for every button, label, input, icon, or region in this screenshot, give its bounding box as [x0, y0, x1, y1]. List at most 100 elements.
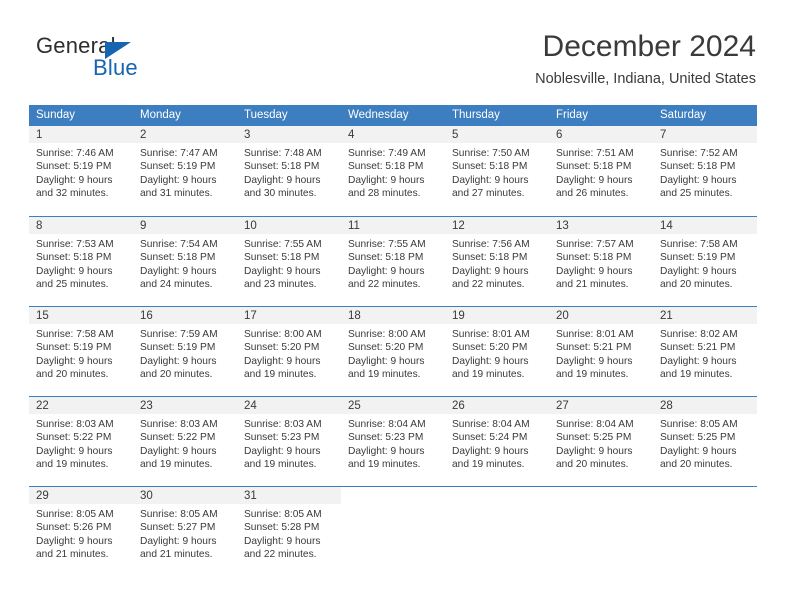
calendar-day-cell[interactable]: 7 Sunrise: 7:52 AM Sunset: 5:18 PM Daylight… [653, 126, 757, 216]
day-sun-details: Sunrise: 8:01 AM Sunset: 5:21 PM Daylight:… [549, 324, 653, 382]
day-number: 16 [133, 307, 237, 324]
calendar-week-row: 8 Sunrise: 7:53 AM Sunset: 5:18 PM Daylight… [29, 216, 757, 306]
sunset-text: Sunset: 5:18 PM [36, 252, 112, 264]
sunrise-text: Sunrise: 8:05 AM [660, 419, 738, 430]
calendar-day-cell[interactable]: 21 Sunrise: 8:02 AM Sunset: 5:21 PM Dayligh… [653, 306, 757, 396]
daylight-text-line1: Daylight: 9 hours [348, 445, 425, 457]
daylight-text-line2: and 19 minutes. [140, 459, 213, 471]
sunrise-text: Sunrise: 7:53 AM [36, 239, 114, 250]
day-number: 15 [29, 307, 133, 324]
calendar-day-cell[interactable]: 25 Sunrise: 8:04 AM Sunset: 5:23 PM Dayligh… [341, 396, 445, 486]
calendar-day-cell[interactable]: 8 Sunrise: 7:53 AM Sunset: 5:18 PM Daylight… [29, 216, 133, 306]
calendar-day-cell[interactable]: 14 Sunrise: 7:58 AM Sunset: 5:19 PM Dayligh… [653, 216, 757, 306]
day-sun-details: Sunrise: 7:57 AM Sunset: 5:18 PM Daylight:… [549, 234, 653, 292]
day-sun-details: Sunrise: 7:46 AM Sunset: 5:19 PM Daylight:… [29, 143, 133, 201]
daylight-text-line2: and 26 minutes. [556, 188, 629, 200]
day-sun-details: Sunrise: 7:49 AM Sunset: 5:18 PM Daylight:… [341, 143, 445, 201]
calendar-day-cell[interactable]: 26 Sunrise: 8:04 AM Sunset: 5:24 PM Dayligh… [445, 396, 549, 486]
daylight-text-line2: and 21 minutes. [556, 279, 629, 291]
daylight-text-line2: and 19 minutes. [452, 369, 525, 381]
day-sun-details: Sunrise: 8:04 AM Sunset: 5:23 PM Daylight:… [341, 414, 445, 472]
day-number: 28 [653, 397, 757, 414]
calendar-day-cell[interactable]: 13 Sunrise: 7:57 AM Sunset: 5:18 PM Dayligh… [549, 216, 653, 306]
calendar-day-cell[interactable]: 20 Sunrise: 8:01 AM Sunset: 5:21 PM Dayligh… [549, 306, 653, 396]
sunrise-text: Sunrise: 7:54 AM [140, 239, 218, 250]
daylight-text-line2: and 19 minutes. [244, 369, 317, 381]
sunset-text: Sunset: 5:19 PM [140, 161, 216, 173]
day-number: 7 [653, 126, 757, 143]
day-sun-details [549, 504, 653, 508]
page-header: General Blue December 2024 Noblesville, … [0, 0, 792, 100]
daylight-text-line1: Daylight: 9 hours [556, 174, 633, 186]
daylight-text-line2: and 20 minutes. [660, 279, 733, 291]
calendar-day-cell[interactable]: 11 Sunrise: 7:55 AM Sunset: 5:18 PM Dayligh… [341, 216, 445, 306]
day-number: 1 [29, 126, 133, 143]
sunset-text: Sunset: 5:19 PM [36, 342, 112, 354]
day-number: 13 [549, 217, 653, 234]
calendar-day-cell[interactable]: 28 Sunrise: 8:05 AM Sunset: 5:25 PM Dayligh… [653, 396, 757, 486]
calendar-day-cell[interactable]: 22 Sunrise: 8:03 AM Sunset: 5:22 PM Dayligh… [29, 396, 133, 486]
calendar-day-cell[interactable]: 16 Sunrise: 7:59 AM Sunset: 5:19 PM Dayligh… [133, 306, 237, 396]
day-number [653, 487, 757, 504]
calendar-day-cell[interactable]: 6 Sunrise: 7:51 AM Sunset: 5:18 PM Daylight… [549, 126, 653, 216]
calendar-day-cell[interactable]: 10 Sunrise: 7:55 AM Sunset: 5:18 PM Dayligh… [237, 216, 341, 306]
daylight-text-line1: Daylight: 9 hours [348, 355, 425, 367]
daylight-text-line1: Daylight: 9 hours [452, 445, 529, 457]
calendar-day-cell[interactable]: 9 Sunrise: 7:54 AM Sunset: 5:18 PM Daylight… [133, 216, 237, 306]
calendar-page: General Blue December 2024 Noblesville, … [0, 0, 792, 612]
calendar-day-cell[interactable]: 18 Sunrise: 8:00 AM Sunset: 5:20 PM Dayligh… [341, 306, 445, 396]
daylight-text-line2: and 25 minutes. [36, 279, 109, 291]
calendar-day-cell[interactable]: 19 Sunrise: 8:01 AM Sunset: 5:20 PM Dayligh… [445, 306, 549, 396]
day-sun-details [653, 504, 757, 508]
sunset-text: Sunset: 5:18 PM [244, 161, 320, 173]
calendar-day-cell-empty [341, 486, 445, 576]
daylight-text-line2: and 21 minutes. [140, 549, 213, 561]
calendar-day-cell[interactable]: 29 Sunrise: 8:05 AM Sunset: 5:26 PM Dayligh… [29, 486, 133, 576]
daylight-text-line1: Daylight: 9 hours [244, 445, 321, 457]
calendar-day-cell[interactable]: 24 Sunrise: 8:03 AM Sunset: 5:23 PM Dayligh… [237, 396, 341, 486]
calendar-day-cell[interactable]: 15 Sunrise: 7:58 AM Sunset: 5:19 PM Dayligh… [29, 306, 133, 396]
title-block: December 2024 Noblesville, Indiana, Unit… [236, 28, 756, 89]
day-sun-details: Sunrise: 7:59 AM Sunset: 5:19 PM Daylight:… [133, 324, 237, 382]
daylight-text-line2: and 30 minutes. [244, 188, 317, 200]
calendar-day-cell[interactable]: 1 Sunrise: 7:46 AM Sunset: 5:19 PM Daylight… [29, 126, 133, 216]
sunrise-text: Sunrise: 7:51 AM [556, 148, 634, 159]
sunrise-text: Sunrise: 8:00 AM [348, 329, 426, 340]
daylight-text-line1: Daylight: 9 hours [452, 174, 529, 186]
calendar-day-cell[interactable]: 3 Sunrise: 7:48 AM Sunset: 5:18 PM Daylight… [237, 126, 341, 216]
daylight-text-line2: and 22 minutes. [244, 549, 317, 561]
calendar-day-cell[interactable]: 4 Sunrise: 7:49 AM Sunset: 5:18 PM Daylight… [341, 126, 445, 216]
calendar-day-cell[interactable]: 27 Sunrise: 8:04 AM Sunset: 5:25 PM Dayligh… [549, 396, 653, 486]
calendar-week-row: 1 Sunrise: 7:46 AM Sunset: 5:19 PM Daylight… [29, 126, 757, 216]
daylight-text-line1: Daylight: 9 hours [36, 174, 113, 186]
daylight-text-line1: Daylight: 9 hours [660, 445, 737, 457]
calendar-day-cell[interactable]: 2 Sunrise: 7:47 AM Sunset: 5:19 PM Daylight… [133, 126, 237, 216]
daylight-text-line1: Daylight: 9 hours [36, 265, 113, 277]
daylight-text-line2: and 20 minutes. [660, 459, 733, 471]
calendar-day-cell[interactable]: 23 Sunrise: 8:03 AM Sunset: 5:22 PM Dayligh… [133, 396, 237, 486]
day-number: 20 [549, 307, 653, 324]
day-sun-details: Sunrise: 7:55 AM Sunset: 5:18 PM Daylight:… [341, 234, 445, 292]
daylight-text-line2: and 19 minutes. [660, 369, 733, 381]
calendar-day-cell[interactable]: 31 Sunrise: 8:05 AM Sunset: 5:28 PM Dayligh… [237, 486, 341, 576]
sunset-text: Sunset: 5:18 PM [660, 161, 736, 173]
calendar-day-cell[interactable]: 12 Sunrise: 7:56 AM Sunset: 5:18 PM Dayligh… [445, 216, 549, 306]
day-sun-details: Sunrise: 7:58 AM Sunset: 5:19 PM Daylight:… [653, 234, 757, 292]
sunrise-text: Sunrise: 8:03 AM [36, 419, 114, 430]
day-sun-details: Sunrise: 7:55 AM Sunset: 5:18 PM Daylight:… [237, 234, 341, 292]
sunset-text: Sunset: 5:18 PM [452, 252, 528, 264]
calendar-day-cell[interactable]: 17 Sunrise: 8:00 AM Sunset: 5:20 PM Dayligh… [237, 306, 341, 396]
day-number [341, 487, 445, 504]
day-number: 14 [653, 217, 757, 234]
day-sun-details: Sunrise: 8:05 AM Sunset: 5:28 PM Daylight:… [237, 504, 341, 562]
calendar-day-cell[interactable]: 30 Sunrise: 8:05 AM Sunset: 5:27 PM Dayligh… [133, 486, 237, 576]
sunrise-text: Sunrise: 8:00 AM [244, 329, 322, 340]
calendar-day-cell[interactable]: 5 Sunrise: 7:50 AM Sunset: 5:18 PM Daylight… [445, 126, 549, 216]
day-sun-details: Sunrise: 8:01 AM Sunset: 5:20 PM Daylight:… [445, 324, 549, 382]
day-number: 9 [133, 217, 237, 234]
general-blue-logo[interactable]: General Blue [36, 33, 236, 85]
daylight-text-line1: Daylight: 9 hours [452, 355, 529, 367]
day-number: 5 [445, 126, 549, 143]
sunset-text: Sunset: 5:28 PM [244, 522, 320, 534]
sunrise-text: Sunrise: 7:46 AM [36, 148, 114, 159]
